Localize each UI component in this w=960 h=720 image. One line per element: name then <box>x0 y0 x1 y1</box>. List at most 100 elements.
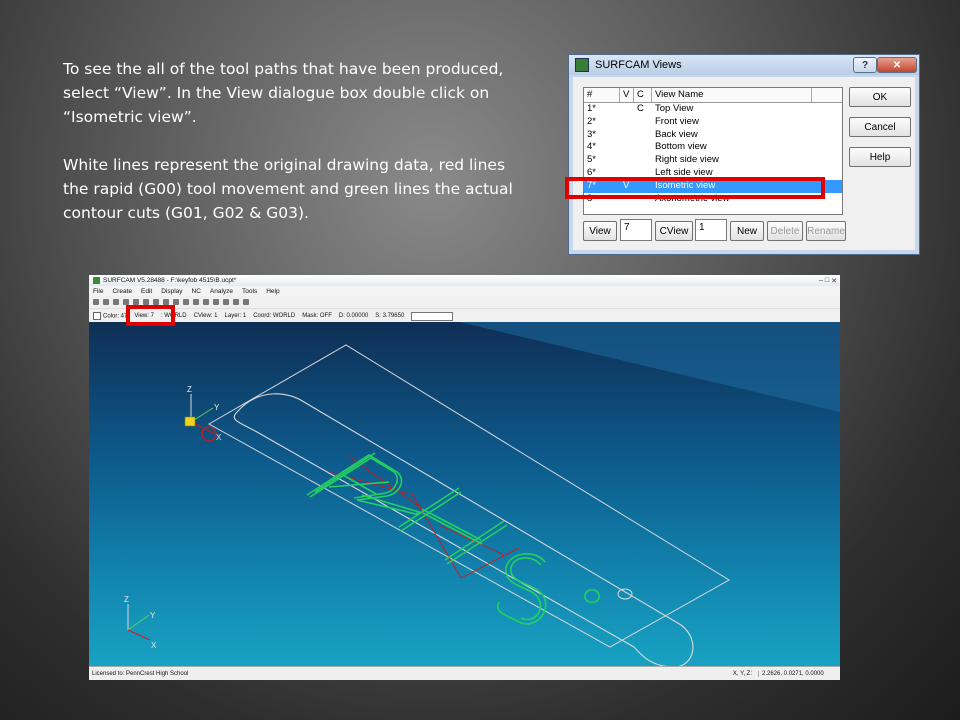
license-text: Licensed to: PennCrest High School <box>92 671 189 677</box>
menu-tools[interactable]: Tools <box>242 288 257 295</box>
color-selector[interactable]: Color: 47 <box>93 312 127 320</box>
maximize-icon[interactable]: □ <box>825 277 829 285</box>
view-row-number: 5* <box>587 154 596 166</box>
graphics-viewport[interactable]: Z Y X Z Y X <box>89 322 840 668</box>
view-button[interactable]: View <box>583 221 617 241</box>
view-number-field[interactable]: 7 <box>620 219 652 241</box>
layer-icon[interactable] <box>223 299 229 305</box>
view-axis-triad: Z Y X <box>184 385 222 442</box>
coordinate-readout: 2.2626, 0.0271, 0.0000 <box>758 671 840 677</box>
menu-edit[interactable]: Edit <box>141 288 152 295</box>
open-file-icon[interactable] <box>103 299 109 305</box>
transform-icon[interactable] <box>233 299 239 305</box>
dialog-body: # V C View Name 1* C Top View 2* Front view 3… <box>573 77 915 250</box>
nc-icon[interactable] <box>243 299 249 305</box>
view-list-row[interactable]: 1* C Top View <box>584 103 842 116</box>
depth-field[interactable]: D: 0.00000 <box>339 313 368 319</box>
view-row-current <box>634 141 652 154</box>
view-row-name: Bottom view <box>655 141 707 153</box>
cview-button[interactable]: CView <box>655 221 693 241</box>
step-field[interactable]: S: 3.79650 <box>375 313 404 319</box>
menu-display[interactable]: Display <box>161 288 182 295</box>
world-axis-triad: Z Y X <box>124 595 157 650</box>
new-button[interactable]: New <box>730 221 764 241</box>
status-bar: Licensed to: PennCrest High School X, Y,… <box>89 666 840 680</box>
view-row-visible <box>620 103 634 116</box>
menu-create[interactable]: Create <box>112 288 132 295</box>
save-icon[interactable] <box>113 299 119 305</box>
view-list-row[interactable]: 4* Bottom view <box>584 141 842 154</box>
rapid-line <box>438 524 505 556</box>
menu-file[interactable]: File <box>93 288 103 295</box>
contour-cuts <box>306 452 600 625</box>
y-axis-label: Y <box>214 403 220 412</box>
mask-selector[interactable]: Mask: OFF <box>302 313 332 319</box>
window-controls: – □ ✕ <box>819 277 840 285</box>
z-axis-label: Z <box>124 595 129 604</box>
part-geometry: Z Y X Z Y X <box>124 322 840 668</box>
close-icon[interactable]: ✕ <box>877 57 917 73</box>
rapid-line <box>460 547 520 579</box>
view-row-visible <box>620 129 634 142</box>
new-file-icon[interactable] <box>93 299 99 305</box>
surfcam-window: SURFCAM V5.28488 - F:\keyfob 4515\B.ucpt… <box>89 275 840 680</box>
cancel-button[interactable]: Cancel <box>849 117 911 137</box>
edit-icon[interactable] <box>213 299 219 305</box>
view-row-visible <box>620 116 634 129</box>
view-row-name: Right side view <box>655 154 719 166</box>
help-button[interactable]: Help <box>849 147 911 167</box>
minimize-icon[interactable]: – <box>819 277 823 285</box>
stock-outline <box>207 344 730 648</box>
column-header-number[interactable]: # <box>584 88 620 102</box>
ok-button[interactable]: OK <box>849 87 911 107</box>
grid-plane <box>459 322 840 412</box>
column-header-view-name[interactable]: View Name <box>652 88 812 102</box>
close-window-icon[interactable]: ✕ <box>831 277 837 285</box>
view-row-number: 4* <box>587 141 596 153</box>
keyring-hole <box>617 588 633 600</box>
surfcam-logo-icon <box>93 277 100 284</box>
period-path <box>584 588 600 604</box>
view-row-number: 3* <box>587 128 596 140</box>
menu-help[interactable]: Help <box>266 288 279 295</box>
y-axis-label: Y <box>150 611 156 620</box>
surfcam-views-dialog: SURFCAM Views ? ✕ # V C View Name 1* C Top… <box>568 54 920 255</box>
cview-selector[interactable]: CView: 1 <box>194 313 218 319</box>
view-list-row[interactable]: 2* Front view <box>584 116 842 129</box>
dialog-title: SURFCAM Views <box>595 59 682 71</box>
surfcam-app-icon <box>575 58 589 72</box>
y-axis-line <box>127 614 150 631</box>
view-row-current: C <box>637 103 644 114</box>
x-axis-label: X <box>216 433 222 442</box>
surfcam-title-bar: SURFCAM V5.28488 - F:\keyfob 4515\B.ucpt… <box>89 275 840 286</box>
isometric-highlight-box <box>565 177 825 199</box>
menu-nc[interactable]: NC <box>192 288 201 295</box>
zoom-window-icon[interactable] <box>183 299 189 305</box>
menu-analyze[interactable]: Analyze <box>210 288 233 295</box>
main-toolbar <box>89 296 840 309</box>
menu-bar: File Create Edit Display NC Analyze Tool… <box>89 286 840 296</box>
view-row-name: Top View <box>655 103 694 114</box>
view-list-row[interactable]: 3* Back view <box>584 129 842 142</box>
views-list-header: # V C View Name <box>584 88 842 103</box>
cview-number-field[interactable]: 1 <box>695 219 727 241</box>
view-row-current <box>634 154 652 167</box>
x-axis-label: X <box>151 641 157 650</box>
instruction-text: To see the all of the tool paths that ha… <box>63 57 533 249</box>
coord-selector[interactable]: Coord: WORLD <box>253 313 295 319</box>
rotate-icon[interactable] <box>193 299 199 305</box>
delete-icon[interactable] <box>203 299 209 305</box>
line-style-dropdown[interactable] <box>411 311 454 321</box>
view-list-row[interactable]: 5* Right side view <box>584 154 842 167</box>
color-label: Color: 47 <box>103 313 128 320</box>
view-row-number: 2* <box>587 115 596 127</box>
delete-button[interactable]: Delete <box>767 221 803 241</box>
view-row-number: 1* <box>587 103 596 114</box>
column-header-v[interactable]: V <box>620 88 634 102</box>
rename-button[interactable]: Rename <box>806 221 846 241</box>
layer-selector[interactable]: Layer: 1 <box>225 313 247 319</box>
surfcam-title: SURFCAM V5.28488 - F:\keyfob 4515\B.ucpt… <box>103 277 237 284</box>
column-header-c[interactable]: C <box>634 88 652 102</box>
view-row-name: Front view <box>655 115 699 127</box>
help-icon[interactable]: ? <box>853 57 877 73</box>
